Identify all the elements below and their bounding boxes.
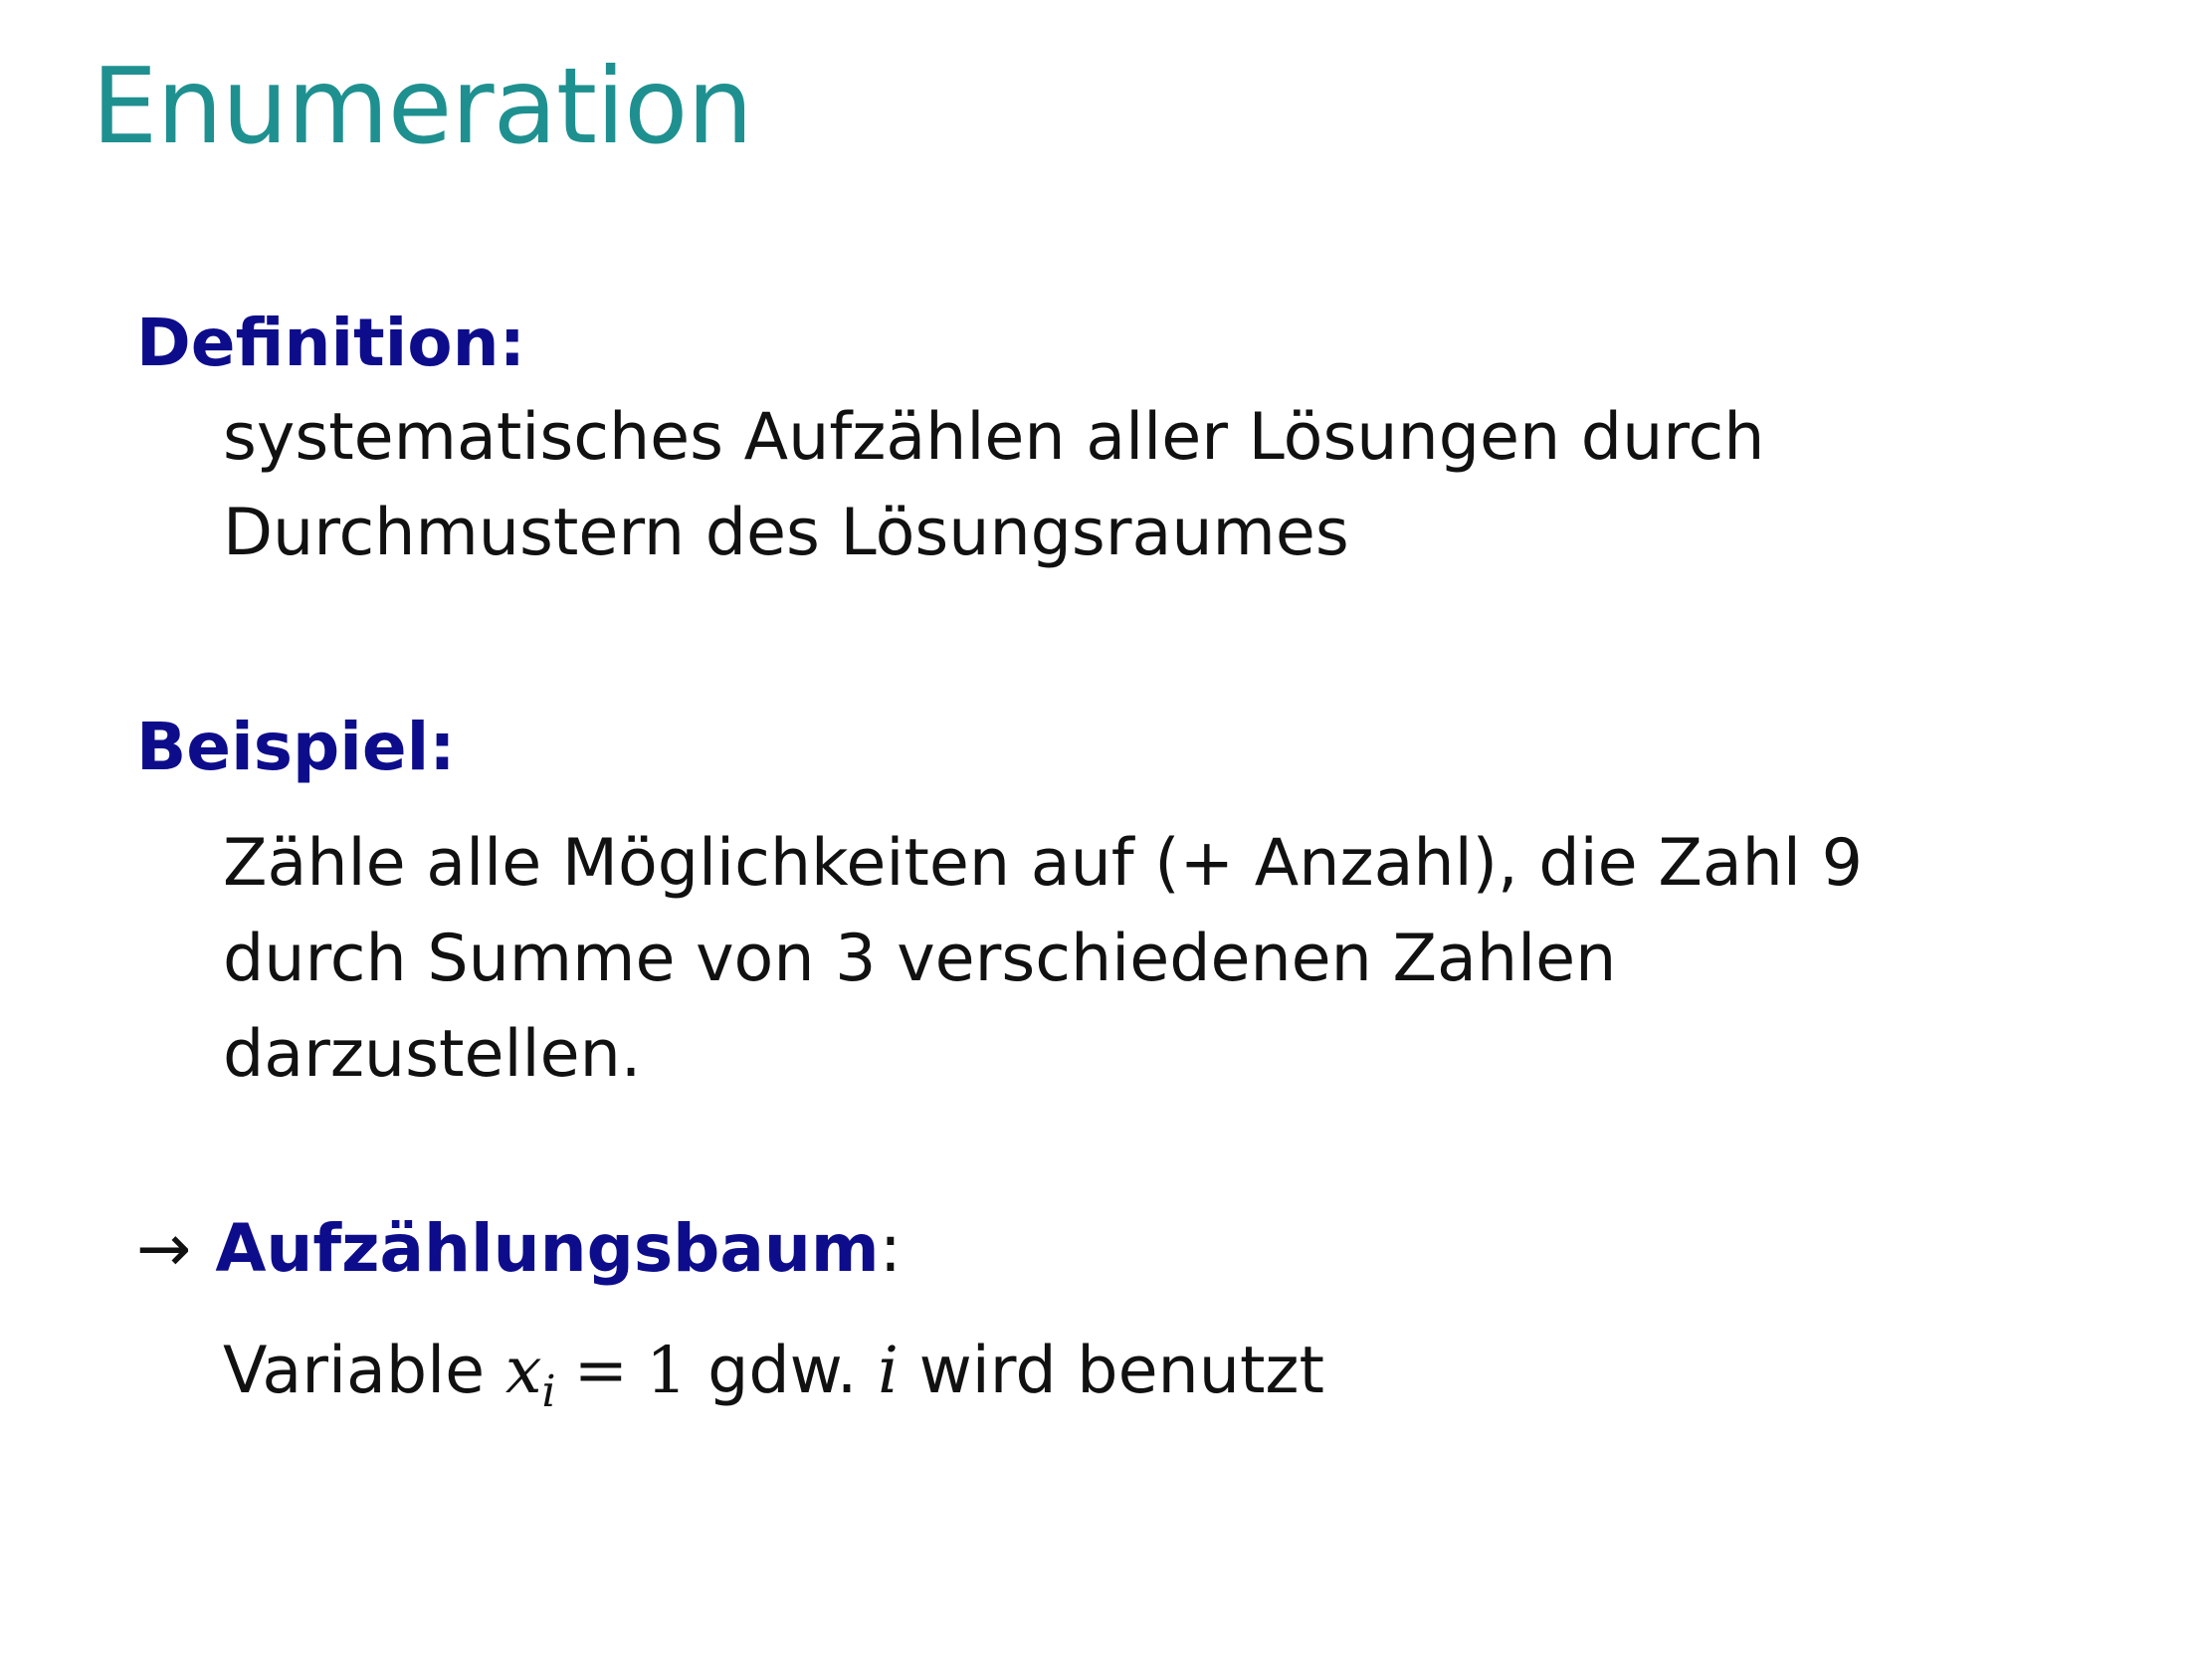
- right-arrow-icon: →: [136, 1210, 192, 1287]
- math-subscript: i: [541, 1366, 556, 1417]
- math-index-variable: i: [878, 1334, 899, 1408]
- example-line: Zähle alle Möglichkeiten auf (+ Anzahl),…: [223, 826, 1863, 901]
- definition-heading: Definition:: [136, 305, 525, 381]
- example-body: Zähle alle Möglichkeiten auf (+ Anzahl),…: [223, 816, 1863, 1103]
- tree-body: Variable xi = 1 gdw. i wird benutzt: [223, 1324, 1324, 1426]
- math-variable: x: [504, 1334, 542, 1408]
- tree-colon: :: [879, 1210, 902, 1287]
- tree-term: Aufzählungsbaum: [215, 1210, 880, 1287]
- definition-body: systematisches Aufzählen aller Lösungen …: [223, 390, 1765, 581]
- tree-line-middle: gdw.: [687, 1334, 879, 1408]
- definition-line: Durchmustern des Lösungsraumes: [223, 496, 1349, 570]
- definition-line: systematisches Aufzählen aller Lösungen …: [223, 400, 1765, 475]
- example-heading: Beispiel:: [136, 709, 456, 785]
- slide-title: Enumeration: [92, 46, 753, 167]
- example-line: darzustellen.: [223, 1017, 642, 1092]
- tree-heading: → Aufzählungsbaum:: [136, 1216, 902, 1282]
- tree-line-suffix: wird benutzt: [898, 1334, 1325, 1408]
- tree-line: Variable xi = 1 gdw. i wird benutzt: [223, 1324, 1324, 1426]
- slide: Enumeration Definition: systematisches A…: [0, 0, 2212, 1659]
- math-one: 1: [646, 1334, 688, 1408]
- example-line: durch Summe von 3 verschiedenen Zahlen: [223, 922, 1617, 996]
- tree-line-prefix: Variable: [223, 1334, 505, 1408]
- math-equals: =: [573, 1334, 629, 1408]
